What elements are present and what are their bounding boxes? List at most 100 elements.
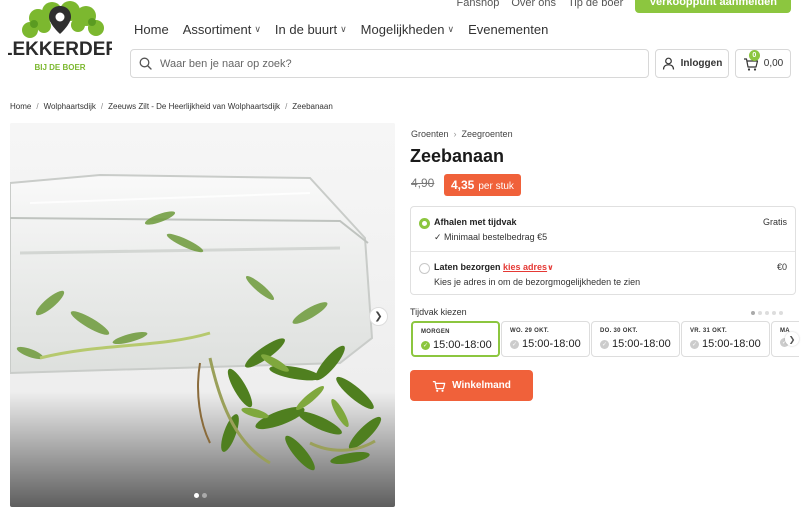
category-link[interactable]: Groenten [411,129,449,139]
login-label: Inloggen [680,58,723,69]
pager-dot[interactable] [765,311,769,315]
gallery-dot[interactable] [202,493,207,498]
check-circle-icon: ✓ [600,339,609,349]
nav-assortiment-label: Assortiment [182,22,252,37]
product-image-gallery[interactable]: ❯ [10,123,395,507]
gallery-next-button[interactable]: ❯ [369,307,388,326]
breadcrumb-separator: / [100,102,104,111]
pager-dot[interactable] [758,311,762,315]
timeslot-time: 15:00-18:00 [702,338,761,350]
check-circle-icon: ✓ [690,339,699,349]
logo-graphic: LEKKERDER BIJ DE BOER [1,1,119,72]
nav-in-de-buurt[interactable]: In de buurt ∨ [275,22,347,37]
pickup-label: Afhalen met tijdvak [434,217,517,227]
main-nav: Home Assortiment ∨ In de buurt ∨ Mogelijkh… [134,22,548,37]
nav-home-label: Home [134,22,169,37]
delivery-options: Afhalen met tijdvak ✓ Minimaal bestelbed… [410,206,796,295]
topbar-link-fanshop[interactable]: Fanshop [457,0,500,9]
pager-dot[interactable] [751,311,755,315]
timeslot-time-row: ✓ 15:00-18:00 [690,338,761,350]
pickup-min-order: ✓ Minimaal bestelbedrag €5 [434,232,548,242]
delivery-hint: Kies je adres in om de bezorgmogelijkhed… [434,277,641,287]
nav-evenementen[interactable]: Evenementen [468,22,548,37]
timeslot-time-row: ✓ 15:00-18:00 [421,339,492,351]
nav-mogelijkheden[interactable]: Mogelijkheden ∨ [361,22,454,37]
check-circle-icon: ✓ [510,339,519,349]
site-logo[interactable]: LEKKERDER BIJ DE BOER [1,0,119,80]
nav-evenementen-label: Evenementen [468,22,549,37]
product-category-path: Groenten › Zeegroenten [411,129,513,139]
user-icon [662,57,674,70]
chevron-right-icon: › [453,129,457,139]
nav-mogelijkheden-label: Mogelijkheden [360,22,445,37]
nav-in-de-buurt-label: In de buurt [274,22,338,37]
choose-address-link[interactable]: kies adres [503,262,547,272]
subcategory-link[interactable]: Zeegroenten [462,129,513,139]
topbar-link-over-ons[interactable]: Over ons [511,0,556,9]
topbar-link-tip-de-boer[interactable]: Tip de boer [568,0,623,9]
divider [411,251,795,252]
timeslot-time: 15:00-18:00 [522,338,581,350]
old-price: 4,90 [411,176,435,190]
nav-assortiment[interactable]: Assortiment ∨ [183,22,261,37]
current-price: 4,35 [451,178,475,192]
verkooppunt-aanmelden-button[interactable]: Verkooppunt aanmelden [635,0,791,13]
login-button[interactable]: Inloggen [655,49,729,78]
timeslot-day: WO. 29 OKT. [510,328,549,334]
breadcrumb: Home / Wolphaartsdijk / Zeeuws Zilt - De… [10,102,333,111]
delivery-label: Laten bezorgen [434,262,501,272]
nav-home[interactable]: Home [134,22,169,37]
logo-wordmark: LEKKERDER [8,39,112,60]
cart-button[interactable]: 0 0,00 [735,49,791,78]
chevron-down-icon: ∨ [340,24,347,34]
add-to-cart-label: Winkelmand [452,380,511,391]
timeslot-card[interactable]: VR. 31 OKT. ✓ 15:00-18:00 [681,321,770,357]
delivery-fee: €0 [776,262,787,272]
chevron-right-icon: ❯ [788,334,796,344]
logo-tagline: BIJ DE BOER [34,63,85,72]
timeslot-time: 15:00-18:00 [433,339,492,351]
gallery-pagination [194,493,207,498]
check-circle-icon: ✓ [421,340,430,350]
topbar: Fanshop Over ons Tip de boer Verkooppunt… [457,0,791,13]
timeslot-next-button[interactable]: ❯ [785,332,799,346]
breadcrumb-separator: / [285,102,288,111]
timeslot-card[interactable]: WO. 29 OKT. ✓ 15:00-18:00 [501,321,590,357]
pickup-radio[interactable] [419,218,430,229]
search-bar [130,49,649,78]
cart-total: 0,00 [763,58,784,69]
delivery-radio[interactable] [419,263,430,274]
timeslot-list: MORGEN ✓ 15:00-18:00 WO. 29 OKT. ✓ 15:00-1… [411,321,799,358]
breadcrumb-separator: / [36,102,39,111]
cart-count-badge: 0 [748,49,760,61]
breadcrumb-wolphaartsdijk[interactable]: Wolphaartsdijk [44,102,96,111]
timeslot-card[interactable]: MORGEN ✓ 15:00-18:00 [411,321,500,357]
pager-dot[interactable] [772,311,776,315]
breadcrumb-producer[interactable]: Zeeuws Zilt - De Heerlijkheid van Wolpha… [108,102,280,111]
chevron-down-icon: ∨ [447,24,455,34]
chevron-right-icon: ❯ [374,311,383,322]
timeslot-heading: Tijdvak kiezen [410,307,467,317]
pickup-fee: Gratis [762,217,787,227]
timeslot-day: MORGEN [421,329,450,335]
price-unit: per stuk [478,181,514,192]
timeslot-day: VR. 31 OKT. [690,328,727,334]
product-photo [10,123,395,507]
timeslot-time-row: ✓ 15:00-18:00 [600,338,671,350]
search-input[interactable] [160,57,640,70]
chevron-down-icon: ∨ [254,24,261,34]
timeslot-card[interactable]: DO. 30 OKT. ✓ 15:00-18:00 [591,321,680,357]
gallery-dot[interactable] [194,493,199,498]
timeslot-time-row: ✓ 15:00-18:00 [510,338,581,350]
timeslot-time: 15:00-18:00 [612,338,671,350]
delivery-label-wrap: Laten bezorgen kies adres∨ [434,262,554,272]
timeslot-pager [751,311,783,315]
cart-icon [432,380,446,392]
cart-icon-wrap: 0 [743,49,760,72]
breadcrumb-home[interactable]: Home [10,102,31,111]
chevron-down-icon: ∨ [547,263,554,272]
product-title: Zeebanaan [410,146,505,166]
pager-dot[interactable] [779,311,783,315]
add-to-cart-button[interactable]: Winkelmand [410,370,533,401]
timeslot-day: DO. 30 OKT. [600,328,638,334]
